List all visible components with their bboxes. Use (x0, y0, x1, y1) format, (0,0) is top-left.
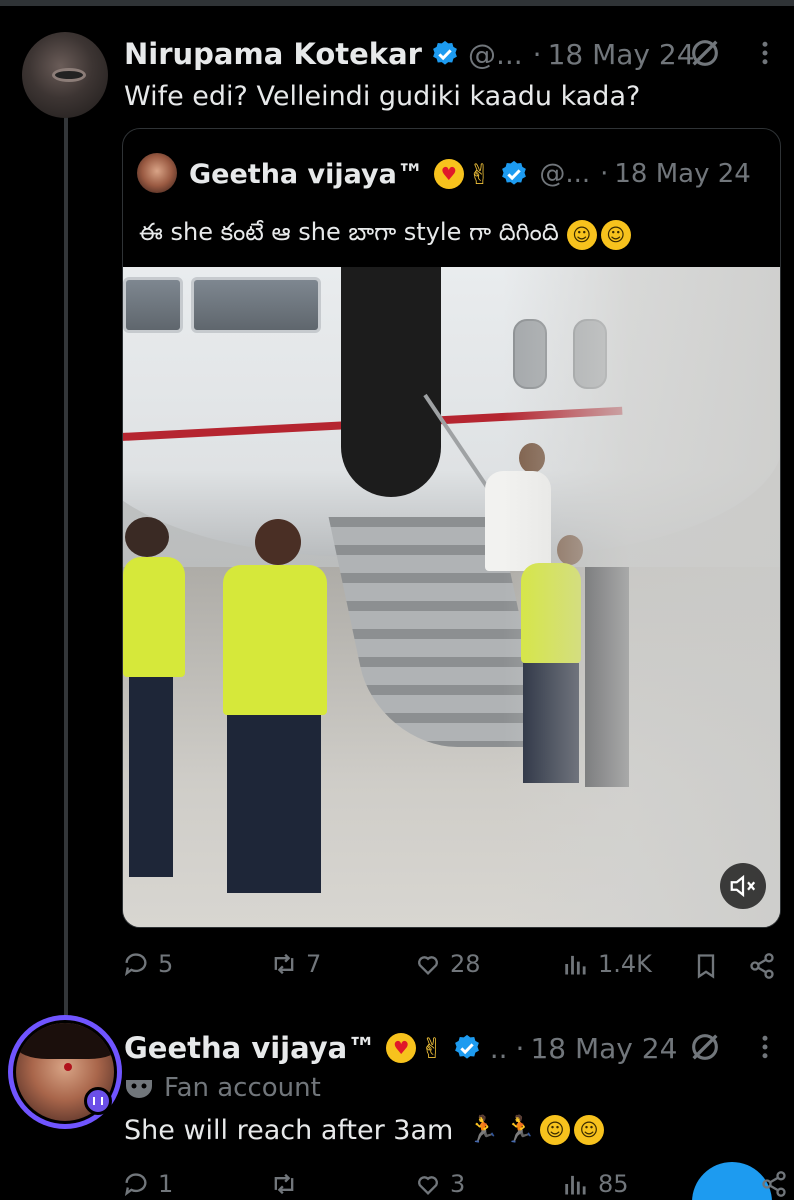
author-handle[interactable]: .. (490, 1032, 508, 1065)
reply-icon (124, 1173, 147, 1197)
aircraft-door (341, 267, 441, 497)
tweet-date[interactable]: 18 May 24 (530, 1032, 677, 1065)
repost-count: 7 (306, 950, 322, 978)
person-hi-vis (123, 557, 185, 677)
victory-hand-icon: ✌ (467, 157, 492, 191)
cockpit-window (191, 277, 321, 333)
repost-icon (274, 953, 294, 975)
repost-button[interactable]: 7 (270, 950, 321, 978)
like-count: 28 (450, 950, 481, 978)
like-icon (418, 1176, 438, 1195)
tweet-date[interactable]: 18 May 24 (548, 38, 695, 71)
views-count: 1.4K (598, 950, 652, 978)
verified-icon (433, 40, 457, 65)
quote-text: ఈ she కంటే ఆ she బాగా style గా దిగింది (139, 218, 559, 246)
ai-badge-icon (84, 1087, 112, 1115)
share-icon[interactable] (760, 1170, 788, 1198)
person-trousers (227, 715, 321, 893)
views-icon (565, 1175, 586, 1195)
repost-button[interactable] (270, 1170, 306, 1198)
person-hi-vis (223, 565, 327, 715)
avatar-image (52, 68, 86, 82)
heart-eyes-icon: ♥ (433, 159, 464, 189)
tweet2-header: Geetha vijaya™ ♥ ✌ .. · 18 May 24 (124, 1028, 677, 1068)
tweet-header: Nirupama Kotekar @... · 18 May 24 (124, 34, 695, 74)
bookmark-icon[interactable] (692, 952, 720, 980)
quote-date: 18 May 24 (614, 159, 751, 189)
author-handle[interactable]: @... (468, 38, 523, 71)
more-icon[interactable] (750, 1032, 780, 1062)
separator: · (600, 159, 609, 189)
video-player[interactable] (123, 267, 780, 927)
quote-header: Geetha vijaya™ ♥ ✌ @... · 18 May 24 (189, 155, 751, 193)
verified-icon (454, 1034, 479, 1059)
separator: · (532, 37, 542, 71)
views-count: 85 (598, 1170, 629, 1198)
account-label-text: Fan account (164, 1073, 321, 1103)
reply-button[interactable]: 1 (122, 1170, 173, 1198)
avatar-hair (16, 1023, 114, 1059)
reply-count: 5 (158, 950, 174, 978)
tweet-text: She will reach after 3am (124, 1114, 454, 1146)
heart-eyes-icon: ♥ (386, 1033, 417, 1063)
rofl-emoji-icon: ☺ (574, 1115, 605, 1145)
top-divider (0, 0, 794, 6)
author-name[interactable]: Nirupama Kotekar (124, 37, 422, 71)
grok-icon[interactable] (688, 36, 722, 70)
like-icon (418, 956, 438, 975)
like-button[interactable]: 28 (414, 950, 481, 978)
author-name[interactable]: Geetha vijaya™ (124, 1031, 376, 1065)
views-icon (565, 955, 586, 975)
verified-icon (502, 160, 527, 185)
views-button[interactable]: 1.4K (562, 950, 652, 978)
person-head (255, 519, 301, 565)
reply-count: 1 (158, 1170, 174, 1198)
mute-icon (730, 874, 756, 898)
person-trousers (129, 677, 173, 877)
avatar[interactable] (22, 32, 108, 118)
quote-author-name[interactable]: Geetha vijaya™ (189, 159, 424, 190)
rofl-emoji-icon: ☺ (540, 1115, 571, 1145)
mute-button[interactable] (720, 863, 766, 909)
avatar-bindi (64, 1063, 72, 1071)
victory-hand-icon: ✌ (420, 1031, 444, 1065)
like-count: 3 (450, 1170, 466, 1198)
separator: · (515, 1031, 525, 1065)
rofl-emoji-icon: ☺ (600, 220, 631, 250)
rofl-emoji-icon: ☺ (566, 220, 597, 250)
views-button[interactable]: 85 (562, 1170, 629, 1198)
mask-icon (126, 1080, 152, 1098)
grok-icon[interactable] (688, 1030, 722, 1064)
video-blur-overlay (503, 267, 780, 927)
quote-text-row: ఈ she కంటే ఆ she బాగా style గా దిగింది ☺… (139, 215, 631, 255)
repost-icon (274, 1173, 294, 1195)
share-icon[interactable] (748, 952, 776, 980)
tweet2-text-row: She will reach after 3am 🏃 🏃 ☺ ☺ (124, 1110, 605, 1150)
more-icon[interactable] (750, 38, 780, 68)
running-woman-icon: 🏃 (467, 1115, 500, 1145)
cockpit-window (123, 277, 183, 333)
quote-avatar[interactable] (137, 153, 177, 193)
account-label[interactable]: Fan account (124, 1070, 321, 1106)
reply-button[interactable]: 5 (122, 950, 173, 978)
reply-icon (124, 953, 147, 977)
tweet-text: Wife edi? Velleindi gudiki kaadu kada? (124, 80, 641, 112)
person-head (125, 517, 169, 557)
quote-author-handle: @... (539, 159, 591, 189)
thread-connector (64, 112, 68, 1022)
running-woman-icon: 🏃 (503, 1115, 537, 1145)
quoted-tweet[interactable]: Geetha vijaya™ ♥ ✌ @... · 18 May 24 ఈ sh… (122, 128, 781, 928)
like-button[interactable]: 3 (414, 1170, 465, 1198)
